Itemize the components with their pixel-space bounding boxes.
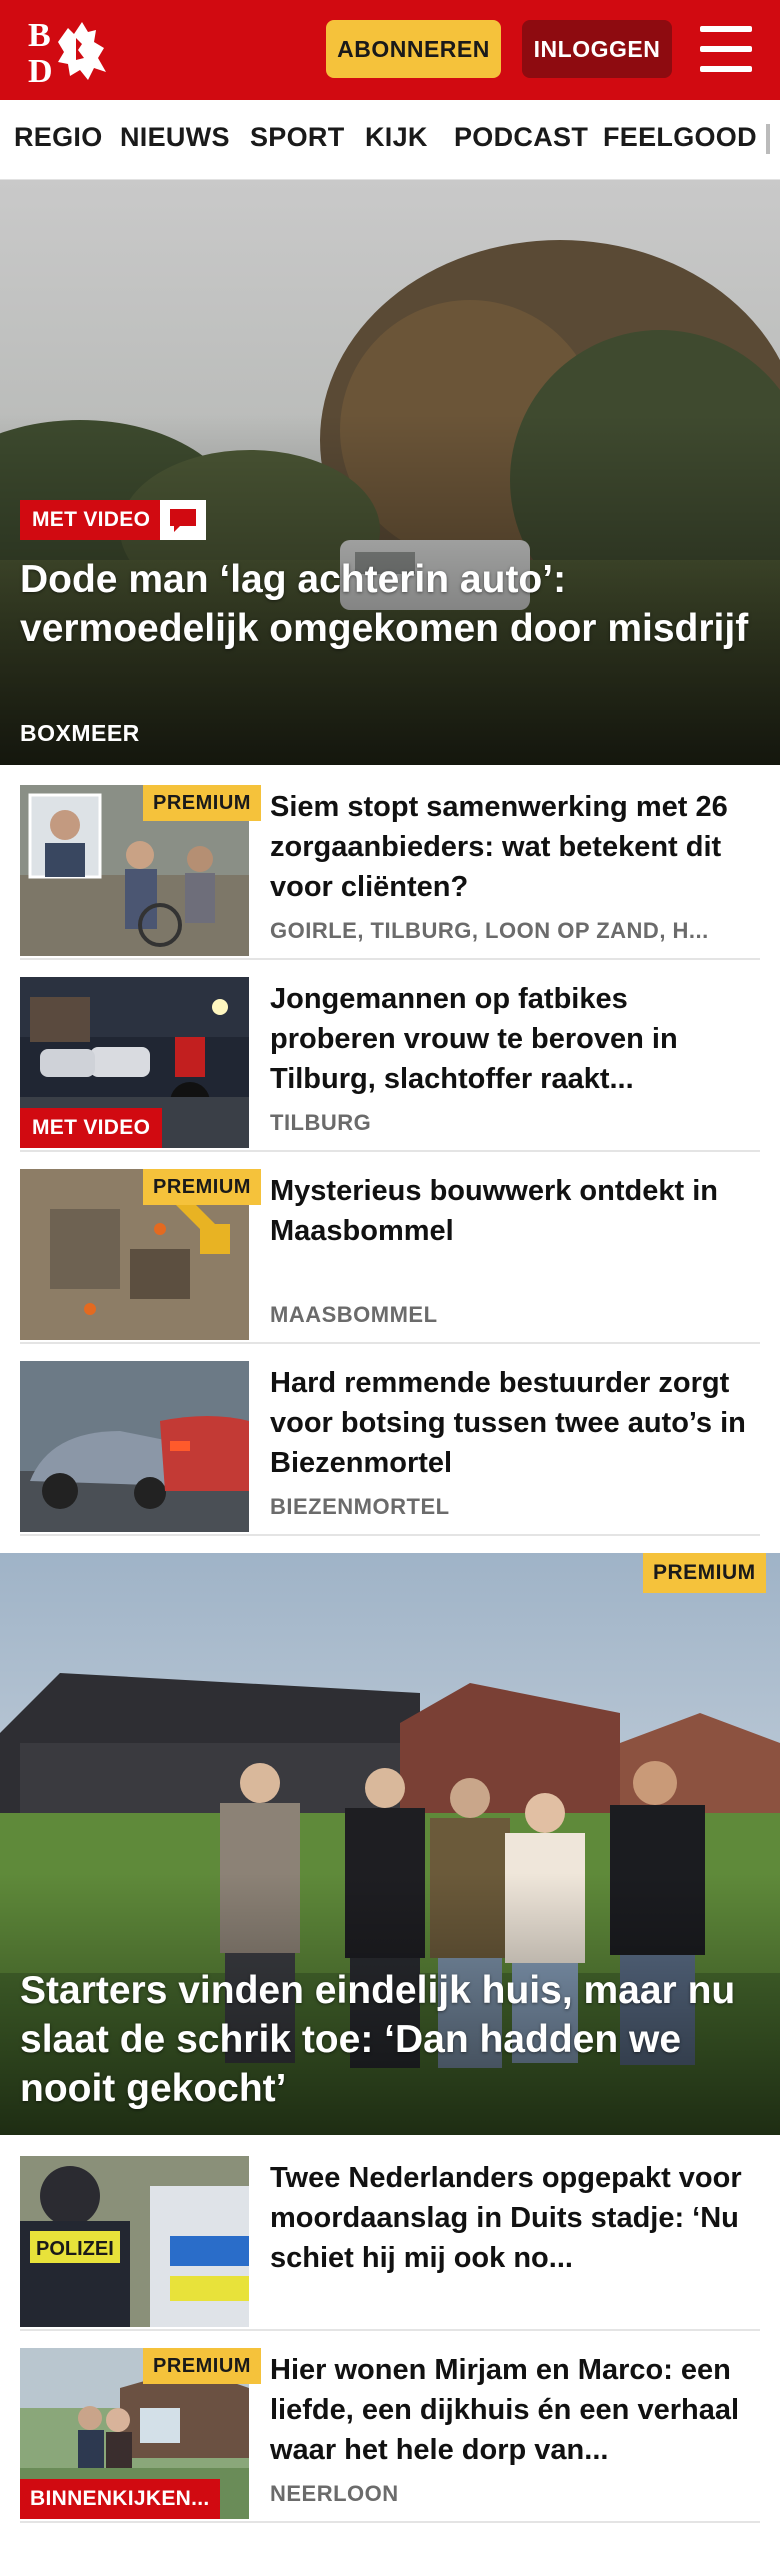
article-location: TILBURG	[270, 1110, 372, 1135]
article-location: BIEZENMORTEL	[270, 1494, 450, 1519]
article-location: MAASBOMMEL	[270, 1302, 438, 1327]
site-header: B D ABONNEREN INLOGGEN	[0, 0, 780, 100]
video-badge: MET VIDEO	[20, 500, 163, 540]
nav-overflow-hint	[766, 124, 770, 154]
article-row[interactable]: PREMIUM Mysterieus bouwwerk ontdekt in M…	[20, 1169, 760, 1344]
hero-article-2[interactable]: PREMIUM Starters vinden eindelijk huis, …	[0, 1553, 780, 2135]
login-button[interactable]: INLOGGEN	[522, 20, 672, 78]
article-thumbnail: POLIZEI	[20, 2156, 249, 2327]
nav-item-podcast[interactable]: PODCAST	[454, 122, 588, 153]
article-title[interactable]: Hier wonen Mirjam en Marco: een liefde, …	[270, 2350, 760, 2470]
article-title[interactable]: Hard remmende bestuurder zorgt voor bots…	[270, 1363, 760, 1483]
thumbnail-polizei-text: POLIZEI	[36, 2238, 114, 2260]
article-title[interactable]: Siem stopt samenwerking met 26 zorgaanbi…	[270, 787, 760, 907]
subscribe-button[interactable]: ABONNEREN	[326, 20, 501, 78]
nav-item-kijk[interactable]: KIJK	[365, 122, 428, 153]
premium-badge: PREMIUM	[143, 2348, 261, 2384]
nav-item-sport[interactable]: SPORT	[250, 122, 345, 153]
article-location: NEERLOON	[270, 2481, 399, 2506]
premium-badge: PREMIUM	[143, 1169, 261, 1205]
nav-item-regio[interactable]: REGIO	[14, 122, 103, 153]
article-location: GOIRLE, TILBURG, LOON OP ZAND, H...	[270, 918, 709, 943]
hero-title-2[interactable]: Starters vinden eindelijk huis, maar nu …	[20, 1966, 760, 2113]
article-row[interactable]: PREMIUM BINNENKIJKEN... Hier wonen Mirja…	[20, 2348, 760, 2523]
hero-location: BOXMEER	[20, 720, 140, 746]
svg-text:D: D	[28, 53, 53, 86]
article-title[interactable]: Jongemannen op fatbikes proberen vrouw t…	[270, 979, 760, 1099]
article-row[interactable]: MET VIDEO Jongemannen op fatbikes prober…	[20, 977, 760, 1152]
hero-title[interactable]: Dode man ‘lag achterin auto’: vermoedeli…	[20, 555, 760, 653]
premium-badge: PREMIUM	[143, 785, 261, 821]
article-row[interactable]: PREMIUM Siem stopt samenwerking met 26 z…	[20, 785, 760, 960]
hero-image	[0, 180, 780, 765]
bd-logo[interactable]: B D	[24, 14, 118, 90]
comment-icon	[160, 500, 206, 540]
article-title[interactable]: Mysterieus bouwwerk ontdekt in Maasbomme…	[270, 1171, 760, 1251]
article-row[interactable]: Hard remmende bestuurder zorgt voor bots…	[20, 1361, 760, 1536]
hamburger-menu-icon[interactable]	[700, 26, 752, 72]
article-thumbnail	[20, 1361, 249, 1532]
nav-item-feelgood[interactable]: FEELGOOD	[603, 122, 757, 153]
premium-badge: PREMIUM	[643, 1553, 766, 1593]
hero-article[interactable]: MET VIDEO Dode man ‘lag achterin auto’: …	[0, 180, 780, 765]
article-row[interactable]: POLIZEI Twee Nederlanders opgepakt voor …	[20, 2156, 760, 2331]
svg-text:B: B	[28, 17, 51, 54]
nav-item-nieuws[interactable]: NIEUWS	[120, 122, 230, 153]
binnenkijken-badge: BINNENKIJKEN...	[20, 2479, 220, 2519]
article-title[interactable]: Twee Nederlanders opgepakt voor moordaan…	[270, 2158, 760, 2278]
video-badge: MET VIDEO	[20, 1108, 163, 1148]
category-nav: REGIO NIEUWS SPORT KIJK PODCAST FEELGOOD	[0, 100, 780, 180]
